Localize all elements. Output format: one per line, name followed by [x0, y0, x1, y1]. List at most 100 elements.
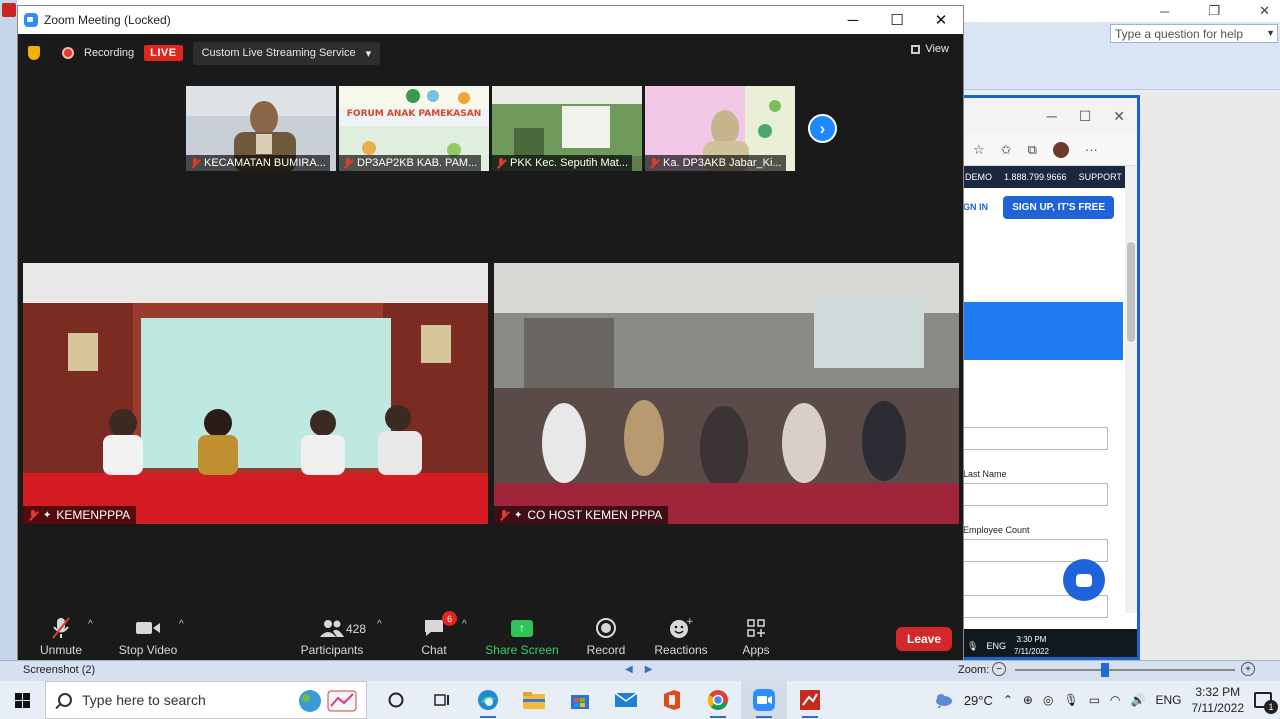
- live-stream-service-dropdown[interactable]: Custom Live Streaming Service ▾: [192, 41, 381, 65]
- leave-button[interactable]: Leave: [896, 627, 952, 651]
- restore-icon[interactable]: ❐: [1208, 3, 1220, 19]
- browser-scrollbar[interactable]: [1125, 166, 1137, 613]
- reactions-button[interactable]: + Reactions: [641, 609, 721, 661]
- participant-name: PKK Kec. Seputih Mat...: [510, 157, 629, 169]
- mail-icon[interactable]: [603, 681, 649, 719]
- muted-mic-icon: [343, 157, 353, 169]
- favorites-icon[interactable]: ✩: [1001, 142, 1012, 158]
- next-page-arrow-icon[interactable]: ›: [808, 114, 837, 143]
- collections-icon[interactable]: ⧉: [1028, 142, 1037, 158]
- file-explorer-icon[interactable]: [511, 681, 557, 719]
- nav-support-link[interactable]: SUPPORT: [1079, 172, 1122, 182]
- taskbar-apps: [373, 681, 833, 719]
- taskbar-search-box[interactable]: Type here to search: [45, 681, 367, 719]
- dropdown-arrow-icon[interactable]: ▼: [1266, 28, 1275, 38]
- volume-icon[interactable]: 🔊: [1131, 693, 1146, 707]
- temperature[interactable]: 29°C: [964, 693, 993, 708]
- audio-options-caret-icon[interactable]: ^: [88, 619, 93, 630]
- more-options-icon[interactable]: ···: [1085, 142, 1098, 157]
- microphone-icon[interactable]: 🎙: [1063, 693, 1078, 707]
- live-badge[interactable]: LIVE: [144, 45, 183, 61]
- share-screen-button[interactable]: ↑ Share Screen: [482, 609, 562, 661]
- participants-options-caret-icon[interactable]: ^: [377, 619, 382, 630]
- show-hidden-icons-chevron-icon[interactable]: ⌃: [1003, 693, 1013, 707]
- video-camera-icon: [135, 615, 161, 641]
- muted-mic-icon: [499, 509, 509, 521]
- battery-icon[interactable]: ▭: [1089, 693, 1100, 707]
- clock-time: 3:32 PM: [1195, 685, 1241, 699]
- favorite-add-icon[interactable]: ☆: [973, 142, 985, 158]
- task-view-icon[interactable]: [419, 681, 465, 719]
- main-video-tile[interactable]: ✦ CO HOST KEMEN PPPA: [494, 263, 959, 524]
- maximize-icon[interactable]: ☐: [875, 6, 919, 34]
- zoom-in-icon[interactable]: +: [1241, 662, 1255, 676]
- participants-icon: [319, 615, 345, 641]
- video-options-caret-icon[interactable]: ^: [179, 619, 184, 630]
- close-icon[interactable]: ✕: [1113, 108, 1125, 125]
- signin-link[interactable]: GN IN: [963, 202, 988, 212]
- first-name-field[interactable]: [963, 427, 1108, 450]
- browser-toolbar: ☆ ✩ ⧉ ···: [963, 134, 1137, 166]
- zoom-app-icon[interactable]: [741, 681, 787, 719]
- clock-date: 7/11/2022: [1191, 701, 1245, 715]
- chat-button[interactable]: 6 Chat: [394, 609, 474, 661]
- stop-video-button[interactable]: Stop Video: [108, 609, 188, 661]
- participant-video-thumbnail[interactable]: Ka. DP3AKB Jabar_Ki...: [645, 86, 795, 171]
- nav-demo-link[interactable]: DEMO: [965, 172, 992, 182]
- zoom-out-icon[interactable]: −: [992, 662, 1006, 676]
- view-label: View: [925, 43, 949, 55]
- participant-video-thumbnail[interactable]: KECAMATAN BUMIRA...: [186, 86, 336, 171]
- edge-browser-icon[interactable]: [465, 681, 511, 719]
- minimize-icon[interactable]: ─: [1047, 108, 1057, 124]
- hero-banner: [963, 302, 1123, 360]
- language-indicator[interactable]: ENG: [1155, 693, 1181, 707]
- apps-label: Apps: [742, 643, 770, 657]
- maximize-icon[interactable]: ☐: [1079, 108, 1092, 125]
- taskbar-clock[interactable]: 3:32 PM 7/11/2022: [1192, 684, 1245, 716]
- microsoft-store-icon[interactable]: [557, 681, 603, 719]
- minimize-icon[interactable]: ─: [831, 6, 875, 34]
- minimize-icon[interactable]: ─: [1160, 4, 1169, 19]
- scrollbar-thumb[interactable]: [1127, 242, 1135, 342]
- close-icon[interactable]: ✕: [1259, 3, 1270, 19]
- zoom-label: Zoom:: [958, 664, 990, 676]
- chat-widget-button[interactable]: [1063, 559, 1105, 601]
- notification-center-icon[interactable]: 1: [1254, 692, 1278, 714]
- help-placeholder: Type a question for help: [1115, 27, 1244, 41]
- chrome-icon[interactable]: [695, 681, 741, 719]
- start-button[interactable]: [0, 681, 45, 719]
- zoom-slider-track[interactable]: [1015, 669, 1235, 671]
- cortana-icon[interactable]: [373, 681, 419, 719]
- office-icon[interactable]: [649, 681, 695, 719]
- app-tray-icon[interactable]: ⊕: [1023, 693, 1033, 707]
- last-name-field[interactable]: [963, 483, 1108, 506]
- help-search-input[interactable]: Type a question for help ▼: [1110, 24, 1278, 43]
- page-nav-arrows-icon[interactable]: ◀▶: [625, 664, 664, 675]
- banner-text: FORUM ANAK PAMEKASAN: [346, 109, 482, 119]
- webcam-icon[interactable]: ◎: [1043, 693, 1053, 707]
- muted-mic-icon: [190, 157, 200, 169]
- main-video-tile[interactable]: ✦ KEMENPPPA: [23, 263, 488, 524]
- signup-row: GN IN SIGN UP, IT'S FREE: [963, 188, 1137, 226]
- nav-phone[interactable]: 1.888.799.9666: [1004, 172, 1067, 182]
- participant-name: CO HOST KEMEN PPPA: [527, 508, 663, 522]
- window-title: Zoom Meeting (Locked): [44, 13, 171, 27]
- record-button[interactable]: Record: [566, 609, 646, 661]
- close-icon[interactable]: ✕: [919, 6, 963, 34]
- chat-options-caret-icon[interactable]: ^: [462, 619, 467, 630]
- profile-avatar[interactable]: [1052, 141, 1069, 158]
- participant-video-thumbnail[interactable]: PKK Kec. Seputih Mat...: [492, 86, 642, 171]
- share-screen-label: Share Screen: [485, 643, 559, 657]
- view-button[interactable]: View: [911, 43, 949, 55]
- zoom-slider-thumb[interactable]: [1101, 663, 1110, 677]
- participant-video-thumbnail[interactable]: FORUM ANAK PAMEKASAN DP3AP2KB KAB. PAM..…: [339, 86, 489, 171]
- participant-name: DP3AP2KB KAB. PAM...: [357, 157, 478, 169]
- security-shield-icon[interactable]: [28, 46, 40, 60]
- signup-button[interactable]: SIGN UP, IT'S FREE: [1003, 195, 1114, 219]
- unmute-button[interactable]: Unmute: [21, 609, 101, 661]
- apps-button[interactable]: Apps: [716, 609, 796, 661]
- wifi-icon[interactable]: ◠: [1110, 693, 1120, 707]
- remote-lang: ENG: [986, 641, 1006, 651]
- weather-icon[interactable]: [932, 690, 954, 711]
- snipping-tool-icon[interactable]: [787, 681, 833, 719]
